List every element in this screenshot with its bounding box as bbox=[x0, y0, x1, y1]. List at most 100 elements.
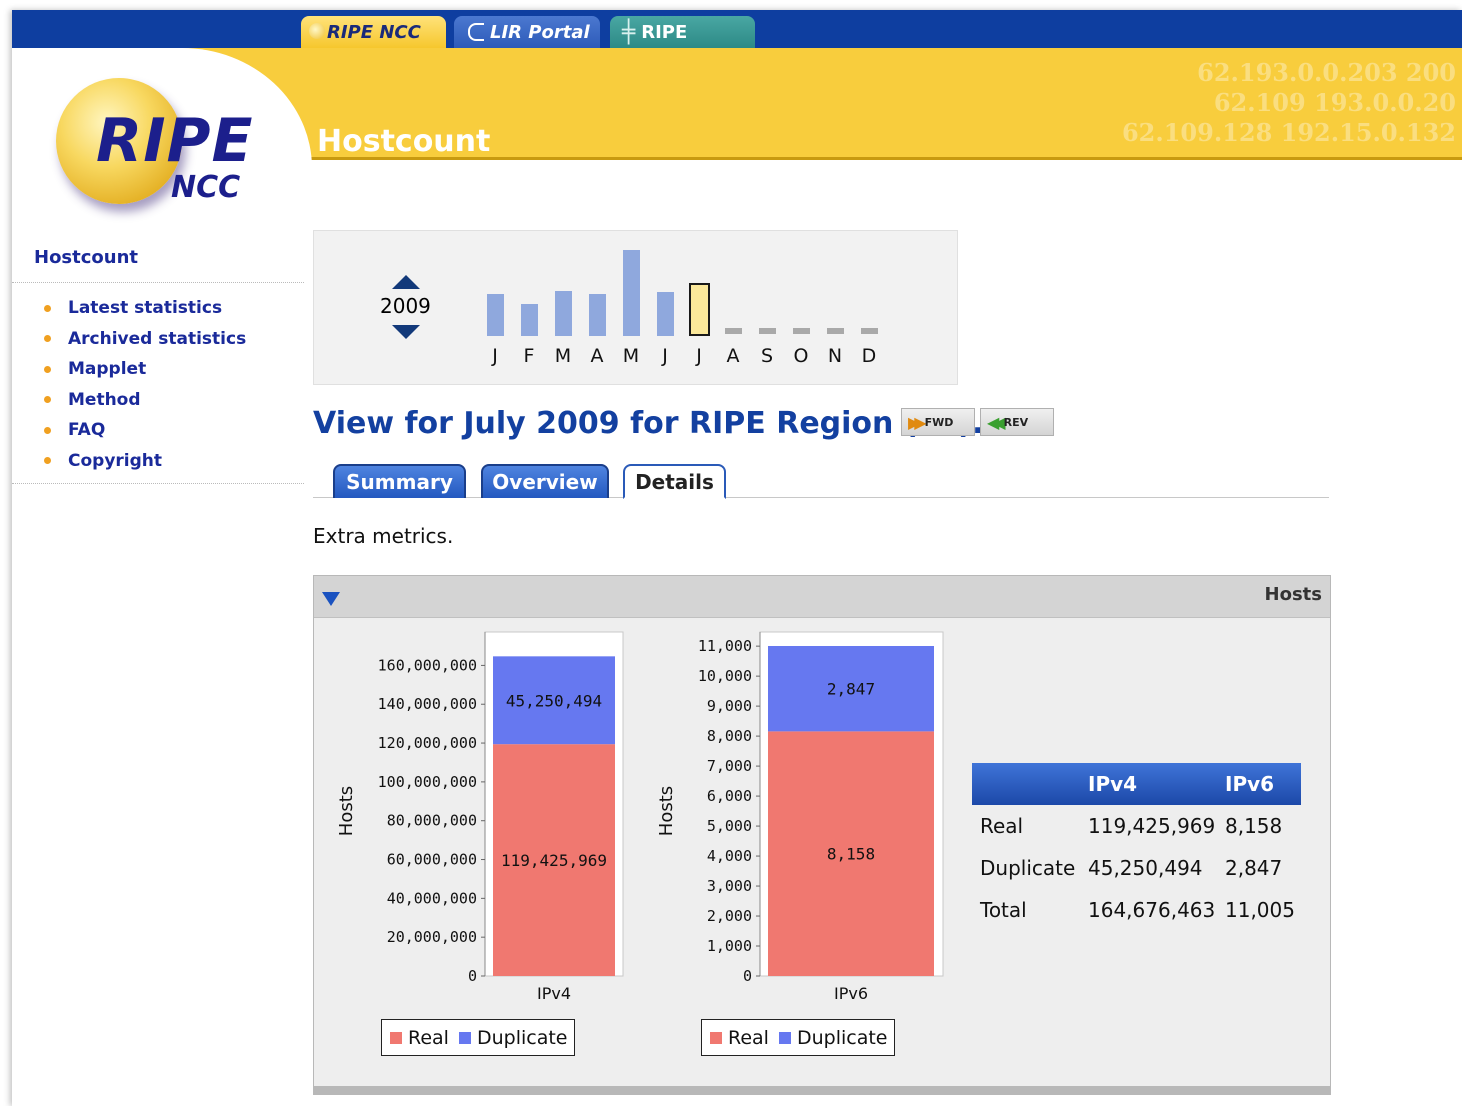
y-tick-label: 20,000,000 bbox=[387, 928, 477, 946]
sidebar-item-mapplet[interactable]: Mapplet bbox=[44, 354, 246, 385]
y-tick-label: 120,000,000 bbox=[378, 734, 477, 752]
y-tick-label: 0 bbox=[468, 967, 477, 985]
sidebar-item-archived-statistics[interactable]: Archived statistics bbox=[44, 324, 246, 355]
month-label[interactable]: A bbox=[585, 345, 609, 367]
y-tick-label: 60,000,000 bbox=[387, 851, 477, 869]
hosts-panel-footer bbox=[314, 1086, 1330, 1094]
month-selector: 2009 JFMAMJJASOND bbox=[313, 230, 958, 385]
month-bar[interactable] bbox=[689, 283, 710, 336]
chart-legend-ipv4: Real Duplicate bbox=[381, 1019, 575, 1056]
y-tick-label: 40,000,000 bbox=[387, 889, 477, 907]
month-label[interactable]: D bbox=[857, 345, 881, 367]
detail-tab-strip: Summary Overview Details bbox=[313, 464, 1329, 499]
month-label[interactable]: J bbox=[653, 345, 677, 367]
view-heading: View for July 2009 for RIPE Region (all)… bbox=[313, 406, 984, 441]
bar-value-label: 2,847 bbox=[827, 680, 875, 699]
month-label[interactable]: J bbox=[483, 345, 507, 367]
lir-portal-icon bbox=[468, 23, 484, 41]
tab-lir-portal[interactable]: LIR Portal bbox=[454, 16, 600, 48]
month-bar[interactable] bbox=[861, 328, 878, 334]
sidebar-item-latest-statistics[interactable]: Latest statistics bbox=[44, 293, 246, 324]
month-bar[interactable] bbox=[589, 294, 606, 336]
bar-value-label: 119,425,969 bbox=[501, 851, 607, 870]
y-axis-label: Hosts bbox=[336, 786, 357, 836]
fast-forward-icon: ▶▶ bbox=[908, 412, 926, 432]
month-label[interactable]: F bbox=[517, 345, 541, 367]
browser-page: RIPE NCC LIR Portal ╪ RIPE 62.193.0.0.20… bbox=[12, 10, 1462, 1106]
table-header-cell: IPv6 bbox=[1217, 763, 1301, 805]
month-label[interactable]: M bbox=[619, 345, 643, 367]
month-label[interactable]: S bbox=[755, 345, 779, 367]
table-cell: 45,250,494 bbox=[1088, 856, 1203, 880]
legend-label-duplicate: Duplicate bbox=[476, 1026, 568, 1049]
fwd-button[interactable]: ▶▶ FWD bbox=[901, 408, 975, 436]
sidebar-divider bbox=[12, 483, 304, 484]
table-row: Total 164,676,463 11,005 bbox=[972, 889, 1301, 931]
y-tick-label: 10,000 bbox=[698, 667, 752, 685]
table-cell: 2,847 bbox=[1225, 856, 1283, 880]
month-label[interactable]: O bbox=[789, 345, 813, 367]
rev-button-label: REV bbox=[1003, 415, 1029, 429]
ripe-ncc-coin-icon bbox=[309, 23, 325, 39]
table-cell: Total bbox=[980, 898, 1027, 922]
chart-legend-ipv6: Real Duplicate bbox=[701, 1019, 895, 1056]
tab-summary[interactable]: Summary bbox=[333, 464, 466, 498]
ripe-grid-icon: ╪ bbox=[622, 19, 636, 45]
month-bar[interactable] bbox=[487, 294, 504, 336]
y-tick-label: 0 bbox=[743, 967, 752, 985]
y-tick-label: 6,000 bbox=[707, 787, 752, 805]
sidebar-menu: Latest statistics Archived statistics Ma… bbox=[44, 293, 246, 476]
y-tick-label: 3,000 bbox=[707, 877, 752, 895]
month-label[interactable]: M bbox=[551, 345, 575, 367]
month-bar[interactable] bbox=[827, 328, 844, 334]
tab-ripe-ncc[interactable]: RIPE NCC bbox=[301, 16, 446, 48]
rewind-icon: ◀◀ bbox=[987, 412, 1005, 432]
month-bar[interactable] bbox=[657, 292, 674, 336]
legend-label-real: Real bbox=[408, 1026, 449, 1049]
logo-subtext[interactable]: NCC bbox=[171, 170, 240, 205]
y-tick-label: 8,000 bbox=[707, 727, 752, 745]
month-label[interactable]: N bbox=[823, 345, 847, 367]
month-bars: JFMAMJJASOND bbox=[314, 231, 957, 384]
month-bar[interactable] bbox=[555, 291, 572, 336]
y-tick-label: 4,000 bbox=[707, 847, 752, 865]
fwd-button-label: FWD bbox=[924, 415, 954, 429]
month-bar[interactable] bbox=[793, 328, 810, 334]
tab-ripe[interactable]: ╪ RIPE bbox=[610, 16, 755, 48]
table-cell: Duplicate bbox=[980, 856, 1076, 880]
month-bar[interactable] bbox=[759, 328, 776, 334]
month-bar[interactable] bbox=[623, 250, 640, 336]
table-cell: 164,676,463 bbox=[1088, 898, 1216, 922]
tab-ripe-ncc-label: RIPE NCC bbox=[327, 21, 421, 43]
sidebar-title[interactable]: Hostcount bbox=[34, 247, 138, 268]
tab-ripe-label: RIPE bbox=[641, 21, 688, 43]
y-tick-label: 80,000,000 bbox=[387, 812, 477, 830]
y-tick-label: 5,000 bbox=[707, 817, 752, 835]
extra-metrics-text: Extra metrics. bbox=[313, 524, 454, 548]
tab-details[interactable]: Details bbox=[623, 464, 726, 499]
table-cell: 119,425,969 bbox=[1088, 814, 1216, 838]
page-title: Hostcount bbox=[317, 124, 491, 159]
legend-swatch-real bbox=[390, 1031, 402, 1044]
tab-overview[interactable]: Overview bbox=[481, 464, 609, 498]
watermark-line: 62.109 193.0.0.20 bbox=[1213, 88, 1456, 117]
month-bar[interactable] bbox=[521, 304, 538, 336]
table-cell: Real bbox=[980, 814, 1024, 838]
logo-text[interactable]: RIPE bbox=[96, 106, 254, 176]
legend-swatch-duplicate bbox=[778, 1031, 791, 1044]
bar-value-label: 8,158 bbox=[827, 845, 875, 864]
rev-button[interactable]: ◀◀ REV bbox=[980, 408, 1054, 436]
y-tick-label: 2,000 bbox=[707, 907, 752, 925]
month-bar[interactable] bbox=[725, 328, 742, 334]
sidebar-item-copyright[interactable]: Copyright bbox=[44, 446, 246, 477]
table-cell: 11,005 bbox=[1225, 898, 1295, 922]
sidebar-item-method[interactable]: Method bbox=[44, 385, 246, 416]
sidebar-item-faq[interactable]: FAQ bbox=[44, 415, 246, 446]
month-label[interactable]: J bbox=[687, 345, 711, 367]
legend-swatch-real bbox=[710, 1031, 722, 1044]
table-header-cell bbox=[972, 763, 1080, 805]
y-axis-label: Hosts bbox=[656, 786, 677, 836]
y-tick-label: 11,000 bbox=[698, 637, 752, 655]
y-tick-label: 9,000 bbox=[707, 697, 752, 715]
month-label[interactable]: A bbox=[721, 345, 745, 367]
